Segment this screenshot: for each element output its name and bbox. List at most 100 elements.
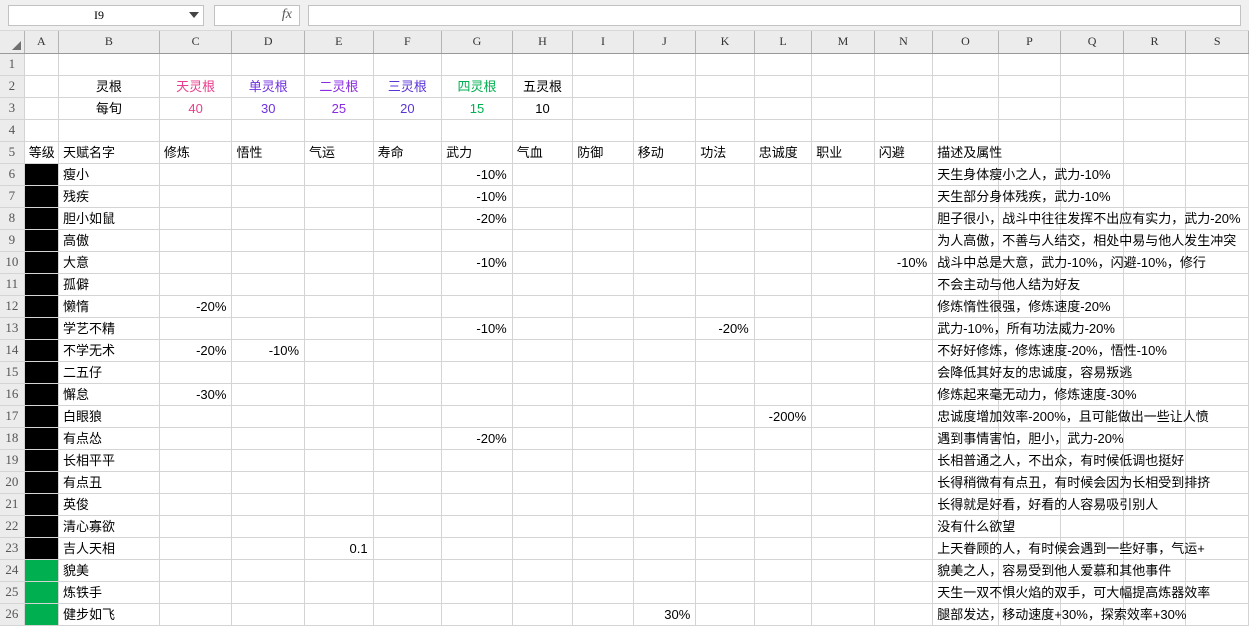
cell-E20-fortune[interactable]: [304, 471, 374, 494]
cell-Q15[interactable]: [1060, 361, 1124, 384]
cell-F14-lifespan[interactable]: [373, 339, 443, 362]
cell-K2[interactable]: [695, 75, 755, 98]
cell-O9-description[interactable]: 为人高傲，不善与人结交，相处中易与他人发生冲突: [932, 229, 1236, 252]
cell-K7-technique[interactable]: [695, 185, 755, 208]
name-box[interactable]: I9: [8, 4, 204, 26]
cell-N9-evasion[interactable]: [874, 229, 934, 252]
cell-O1[interactable]: [932, 53, 999, 76]
cell-C10-cultivation[interactable]: [159, 251, 233, 274]
select-all-corner[interactable]: [0, 31, 25, 54]
cell-P19[interactable]: [998, 449, 1062, 472]
cell-H17-vitality[interactable]: [512, 405, 574, 428]
cell-H5-vitality-header[interactable]: 气血: [512, 141, 574, 164]
cell-B13-talent-name[interactable]: 学艺不精: [58, 317, 160, 340]
cell-J10-movement[interactable]: [633, 251, 697, 274]
cell-Q12[interactable]: [1060, 295, 1124, 318]
cell-R16[interactable]: [1123, 383, 1187, 406]
cell-A14-grade[interactable]: [24, 339, 59, 362]
cell-Q26[interactable]: [1060, 603, 1124, 626]
cell-D9-comprehension[interactable]: [231, 229, 306, 252]
cell-H26-vitality[interactable]: [512, 603, 574, 626]
cell-F19-lifespan[interactable]: [373, 449, 443, 472]
cell-N24-evasion[interactable]: [874, 559, 934, 582]
cell-N20-evasion[interactable]: [874, 471, 934, 494]
function-button[interactable]: fx: [214, 4, 300, 26]
cell-E8-fortune[interactable]: [304, 207, 374, 230]
cell-F2-sanlinggen[interactable]: 三灵根: [373, 75, 443, 98]
cell-A10-grade[interactable]: [24, 251, 59, 274]
cell-M6-profession[interactable]: [811, 163, 875, 186]
column-header-O[interactable]: O: [932, 31, 999, 54]
cell-P3[interactable]: [998, 97, 1062, 120]
cell-B18-talent-name[interactable]: 有点怂: [58, 427, 160, 450]
cell-L11-loyalty[interactable]: [754, 273, 813, 296]
cell-M22-profession[interactable]: [811, 515, 875, 538]
cell-M13-profession[interactable]: [811, 317, 875, 340]
cell-I3[interactable]: [572, 97, 634, 120]
cell-L16-loyalty[interactable]: [754, 383, 813, 406]
cell-H23-vitality[interactable]: [512, 537, 574, 560]
cell-F8-lifespan[interactable]: [373, 207, 443, 230]
cell-Q7[interactable]: [1060, 185, 1124, 208]
cell-F10-lifespan[interactable]: [373, 251, 443, 274]
cell-S23[interactable]: [1185, 537, 1249, 560]
cell-I14-defense[interactable]: [572, 339, 634, 362]
cell-B4[interactable]: [58, 119, 160, 142]
cell-O26-description[interactable]: 腿部发达，移动速度+30%，探索效率+30%: [932, 603, 1186, 626]
cell-G14-power[interactable]: [441, 339, 513, 362]
cell-D14-comprehension[interactable]: -10%: [231, 339, 306, 362]
cell-M24-profession[interactable]: [811, 559, 875, 582]
cell-R1[interactable]: [1123, 53, 1187, 76]
cell-A7-grade[interactable]: [24, 185, 59, 208]
row-header-2[interactable]: 2: [0, 75, 25, 98]
cell-F9-lifespan[interactable]: [373, 229, 443, 252]
cell-B2-spirit-root-label[interactable]: 灵根: [58, 75, 160, 98]
cell-H10-vitality[interactable]: [512, 251, 574, 274]
cell-H15-vitality[interactable]: [512, 361, 574, 384]
cell-N21-evasion[interactable]: [874, 493, 934, 516]
cell-B7-talent-name[interactable]: 残疾: [58, 185, 160, 208]
cell-A9-grade[interactable]: [24, 229, 59, 252]
cell-A21-grade[interactable]: [24, 493, 59, 516]
cell-I6-defense[interactable]: [572, 163, 634, 186]
cell-L20-loyalty[interactable]: [754, 471, 813, 494]
cell-E2-erlinggen[interactable]: 二灵根: [304, 75, 374, 98]
cell-E14-fortune[interactable]: [304, 339, 374, 362]
cell-M9-profession[interactable]: [811, 229, 875, 252]
cell-Q3[interactable]: [1060, 97, 1124, 120]
cell-B25-talent-name[interactable]: 炼铁手: [58, 581, 160, 604]
cell-I9-defense[interactable]: [572, 229, 634, 252]
cell-N5-evasion-header[interactable]: 闪避: [874, 141, 934, 164]
cell-M2[interactable]: [811, 75, 875, 98]
cell-L2[interactable]: [754, 75, 813, 98]
cell-K23-technique[interactable]: [695, 537, 755, 560]
cell-I18-defense[interactable]: [572, 427, 634, 450]
cell-H11-vitality[interactable]: [512, 273, 574, 296]
cell-D22-comprehension[interactable]: [231, 515, 306, 538]
row-header-17[interactable]: 17: [0, 405, 25, 428]
cell-O10-description[interactable]: 战斗中总是大意，武力-10%，闪避-10%，修行: [932, 251, 1206, 274]
column-header-A[interactable]: A: [24, 31, 59, 54]
cell-N3[interactable]: [874, 97, 934, 120]
cell-R2[interactable]: [1123, 75, 1187, 98]
cell-G18-power[interactable]: -20%: [441, 427, 513, 450]
cell-H19-vitality[interactable]: [512, 449, 574, 472]
cell-S5[interactable]: [1185, 141, 1249, 164]
cell-R26[interactable]: [1123, 603, 1187, 626]
cell-H7-vitality[interactable]: [512, 185, 574, 208]
cell-Q5[interactable]: [1060, 141, 1124, 164]
cell-G15-power[interactable]: [441, 361, 513, 384]
cell-A15-grade[interactable]: [24, 361, 59, 384]
cell-G9-power[interactable]: [441, 229, 513, 252]
cell-K3[interactable]: [695, 97, 755, 120]
cell-C7-cultivation[interactable]: [159, 185, 233, 208]
cell-R4[interactable]: [1123, 119, 1187, 142]
cell-B19-talent-name[interactable]: 长相平平: [58, 449, 160, 472]
cell-E24-fortune[interactable]: [304, 559, 374, 582]
cell-C17-cultivation[interactable]: [159, 405, 233, 428]
cell-Q16[interactable]: [1060, 383, 1124, 406]
row-header-23[interactable]: 23: [0, 537, 25, 560]
cell-F4[interactable]: [373, 119, 443, 142]
cell-D12-comprehension[interactable]: [231, 295, 306, 318]
cell-E5-fortune-header[interactable]: 气运: [304, 141, 374, 164]
